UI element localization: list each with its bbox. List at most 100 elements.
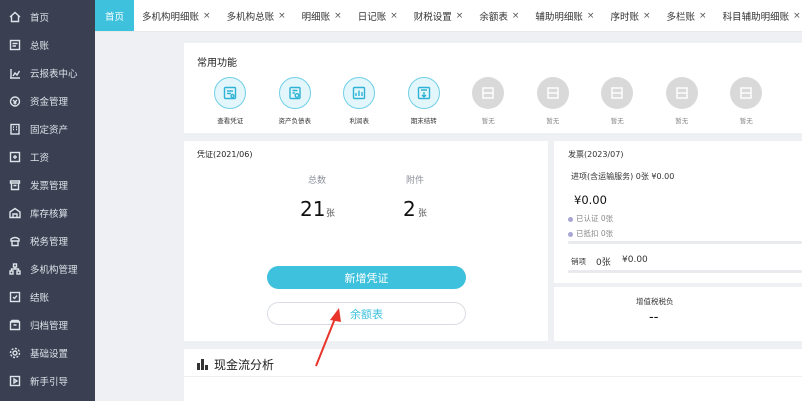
tab-tax-settings[interactable]: 财税设置 × — [406, 0, 472, 31]
sidebar-item-inventory[interactable]: 库存核算 — [0, 199, 95, 227]
cash-flow-title: 现金流分析 — [214, 358, 275, 372]
org-icon — [8, 262, 22, 276]
sidebar-item-label: 总账 — [30, 41, 50, 52]
func-label: 查看凭证 — [217, 117, 244, 125]
sidebar-item-closing[interactable]: 结账 — [0, 283, 95, 311]
sidebar-item-guide[interactable]: 新手引导 — [0, 367, 95, 395]
divider — [184, 376, 802, 377]
close-icon[interactable]: × — [334, 11, 342, 21]
sidebar-item-label: 库存核算 — [30, 209, 69, 220]
vat-title: 增值税税负 — [636, 297, 674, 306]
func-balance-sheet[interactable]: 资产负债表 — [263, 77, 328, 125]
warehouse-icon — [8, 206, 22, 220]
tab-journal[interactable]: 日记账 × — [350, 0, 406, 31]
empty-slot-icon — [665, 77, 698, 109]
period-end-icon — [407, 77, 440, 109]
empty-slot-icon — [601, 77, 634, 109]
balance-sheet-button[interactable]: 余额表 — [267, 302, 466, 325]
salary-icon — [8, 150, 22, 164]
tab-balance[interactable]: 余额表 × — [471, 0, 527, 31]
sidebar-item-label: 云报表中心 — [30, 69, 78, 80]
chart-icon — [8, 66, 22, 80]
close-icon[interactable]: × — [203, 11, 211, 21]
output-count: 0张 — [596, 258, 611, 268]
certified-count: 已认证 0张 — [568, 213, 613, 224]
deducted-count: 已抵扣 0张 — [568, 228, 613, 239]
sidebar-item-settings[interactable]: 基础设置 — [0, 339, 95, 367]
close-icon[interactable]: × — [587, 11, 595, 21]
sidebar-item-archive[interactable]: 归档管理 — [0, 311, 95, 339]
close-icon[interactable]: × — [793, 11, 801, 21]
func-label: 暂无 — [675, 117, 689, 125]
tab-multi-column[interactable]: 多栏账 × — [659, 0, 715, 31]
closing-icon — [8, 290, 22, 304]
func-profit-statement[interactable]: 利润表 — [327, 77, 392, 125]
close-icon[interactable]: × — [699, 11, 707, 21]
empty-slot-icon — [536, 77, 569, 109]
func-label: 暂无 — [739, 117, 753, 125]
balance-sheet-icon — [278, 77, 311, 109]
empty-slot-icon — [472, 77, 505, 109]
sidebar-item-home[interactable]: 首页 — [0, 3, 95, 31]
sidebar-item-label: 发票管理 — [30, 181, 69, 192]
func-view-voucher[interactable]: 查看凭证 — [198, 77, 263, 125]
sidebar-item-tax[interactable]: 税务管理 — [0, 227, 95, 255]
tab-label: 余额表 — [479, 11, 508, 23]
func-label: 利润表 — [349, 117, 370, 125]
attachment-label: 附件 — [406, 176, 425, 186]
tab-multi-org-detail[interactable]: 多机构明细账 × — [134, 0, 219, 31]
invoice-title: 发票(2023/07) — [568, 150, 624, 159]
tab-chronological[interactable]: 序时账 × — [602, 0, 658, 31]
common-functions-panel: 常用功能 查看凭证 资产负债表 利润表 期末结转 暂无 暂无 暂无 暂无 暂无 — [184, 43, 802, 133]
status-dot — [568, 216, 573, 222]
tab-aux-detail[interactable]: 辅助明细账 × — [527, 0, 602, 31]
func-label: 暂无 — [610, 117, 624, 125]
func-period-end[interactable]: 期末结转 — [392, 77, 457, 125]
tab-multi-org-general[interactable]: 多机构总账 × — [219, 0, 294, 31]
home-icon — [8, 10, 22, 24]
tab-label: 日记账 — [357, 11, 387, 23]
profit-statement-icon — [343, 77, 376, 109]
empty-slot-icon — [730, 77, 763, 109]
archive-icon — [8, 318, 22, 332]
tab-home[interactable]: 首页 — [95, 0, 135, 31]
sidebar-item-label: 资金管理 — [30, 97, 69, 108]
voucher-view-icon — [214, 77, 247, 109]
input-tax-summary: 进项(含运输服务) 0张 ¥0.00 — [571, 172, 675, 181]
certified-text: 已认证 0张 — [576, 214, 614, 223]
sidebar-item-salary[interactable]: 工资 — [0, 143, 95, 171]
close-icon[interactable]: × — [512, 11, 520, 21]
sidebar-item-label: 工资 — [30, 153, 50, 164]
add-voucher-button[interactable]: 新增凭证 — [267, 266, 466, 289]
tab-subject-aux-detail[interactable]: 科目辅助明细账 × — [715, 0, 802, 31]
input-tax-amount: ¥0.00 — [574, 193, 607, 207]
sidebar-item-invoice[interactable]: 发票管理 — [0, 171, 95, 199]
tab-label: 序时账 — [610, 11, 639, 23]
attachment-value: 2 — [403, 197, 416, 221]
close-icon[interactable]: × — [643, 11, 651, 21]
tab-detail-ledger[interactable]: 明细账 × — [294, 0, 350, 31]
close-icon[interactable]: × — [278, 11, 286, 21]
close-icon[interactable]: × — [390, 11, 398, 21]
func-empty-slot: 暂无 — [650, 77, 715, 125]
sidebar-item-ledger[interactable]: 总账 — [0, 31, 95, 59]
sidebar-item-label: 基础设置 — [30, 349, 69, 360]
sidebar-item-label: 新手引导 — [30, 377, 69, 388]
func-label: 资产负债表 — [278, 117, 312, 125]
tax-icon — [8, 234, 22, 248]
func-label: 暂无 — [546, 117, 560, 125]
sidebar-item-funds[interactable]: 资金管理 — [0, 87, 95, 115]
sidebar-item-report-center[interactable]: 云报表中心 — [0, 59, 95, 87]
sidebar-item-fixed-assets[interactable]: 固定资产 — [0, 115, 95, 143]
money-icon — [8, 94, 22, 108]
func-empty-slot: 暂无 — [521, 77, 586, 125]
output-amount: ¥0.00 — [622, 255, 648, 265]
close-icon[interactable]: × — [456, 11, 464, 21]
sidebar-item-label: 固定资产 — [30, 125, 69, 136]
sidebar-item-label: 结账 — [30, 293, 50, 304]
tab-label: 财税设置 — [413, 11, 452, 23]
sidebar-item-multi-org[interactable]: 多机构管理 — [0, 255, 95, 283]
status-dot — [568, 231, 573, 237]
attachment-unit: 张 — [418, 209, 428, 219]
tab-bar: 首页 多机构明细账 × 多机构总账 × 明细账 × 日记账 × 财税设置 × 余额表 × 辅… — [95, 0, 802, 32]
